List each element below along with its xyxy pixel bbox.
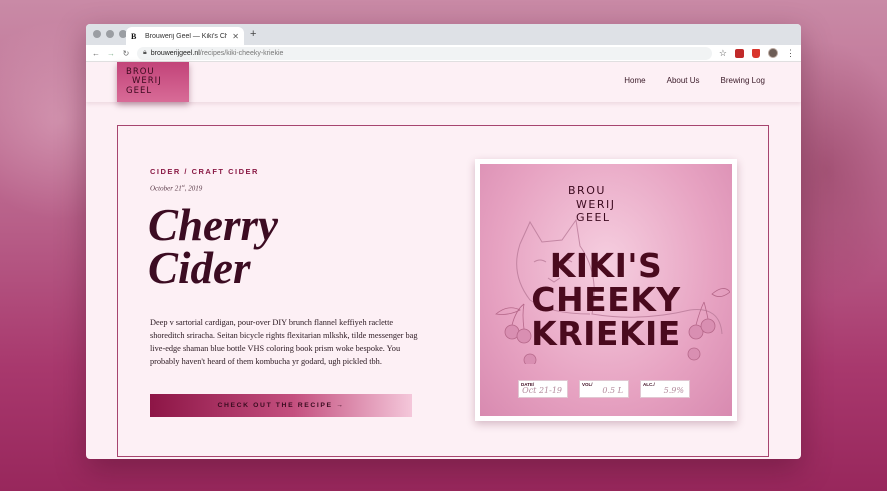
new-tab-button[interactable]: + (250, 28, 256, 40)
browser-tab[interactable]: B Brouwerij Geel — Kiki's Cheeky ✕ (126, 27, 244, 45)
site-header: BROU WERIJ GEEL Home About Us Brewing Lo… (86, 62, 801, 102)
bookmark-star-icon[interactable]: ☆ (719, 48, 727, 59)
page-title: Cherry Cider (148, 200, 348, 293)
close-icon[interactable]: ✕ (232, 32, 239, 41)
field-value: 5.9% (663, 386, 684, 395)
field-label: ALC./ (643, 382, 655, 387)
beer-label-image: BROU WERIJ GEEL KIKI'S CHEEKY KRIEKIE DA… (475, 159, 737, 421)
post-category[interactable]: CIDER / CRAFT CIDER (150, 167, 259, 176)
label-title-line-1: KIKI'S (549, 246, 663, 285)
lock-icon: 🔒︎ (143, 49, 147, 56)
avatar[interactable] (768, 48, 778, 58)
minimize-window-icon[interactable] (106, 30, 114, 38)
extension-lock-icon[interactable] (752, 48, 760, 58)
label-title-line-2: CHEEKY (531, 280, 681, 319)
label-logo-line-2: WERIJ (576, 197, 616, 211)
post-card: CIDER / CRAFT CIDER October 21st, 2019 C… (117, 125, 769, 457)
label-fields: DATE/ Oct 21-19 VOL/ 0.5 L ALC./ 5.9% (518, 380, 690, 398)
date-main: October 21 (150, 184, 182, 193)
label-artwork: BROU WERIJ GEEL KIKI'S CHEEKY KRIEKIE DA… (480, 164, 732, 416)
menu-kebab-icon[interactable]: ⋮ (786, 48, 795, 58)
field-label: VOL/ (582, 382, 593, 387)
favicon-icon: B (131, 31, 137, 41)
tab-bar: B Brouwerij Geel — Kiki's Cheeky ✕ + (86, 24, 801, 45)
label-logo-line-3: GEEL (576, 211, 611, 224)
label-field-volume: VOL/ 0.5 L (579, 380, 629, 398)
label-title: KIKI'S CHEEKY KRIEKIE (480, 249, 732, 351)
label-title-line-3: KRIEKIE (531, 314, 681, 353)
cta-label: CHECK OUT THE RECIPE → (217, 402, 345, 409)
site-nav: Home About Us Brewing Log (624, 76, 765, 85)
extension-shield-icon[interactable] (735, 48, 744, 58)
url-host: brouwerijgeel.nl (150, 49, 200, 57)
window-controls (93, 30, 127, 38)
browser-window: B Brouwerij Geel — Kiki's Cheeky ✕ + ← →… (86, 24, 801, 459)
close-window-icon[interactable] (93, 30, 101, 38)
label-logo-line-1: BROU (568, 184, 606, 197)
field-value: 0.5 L (602, 386, 623, 395)
nav-home[interactable]: Home (624, 76, 645, 85)
label-field-alcohol: ALC./ 5.9% (640, 380, 690, 398)
nav-brewing-log[interactable]: Brewing Log (721, 76, 765, 85)
site-logo[interactable]: BROU WERIJ GEEL (117, 62, 189, 102)
post-body: Deep v sartorial cardigan, pour-over DIY… (150, 318, 418, 366)
url-field[interactable]: 🔒︎ brouwerijgeel.nl/recipes/kiki-cheeky-… (137, 46, 712, 60)
label-logo: BROU WERIJ GEEL (568, 184, 615, 225)
title-line-2: Cider (148, 243, 251, 293)
forward-arrow-icon[interactable]: → (107, 49, 115, 58)
toolbar-icons: ☆ ⋮ (719, 48, 795, 59)
back-arrow-icon[interactable]: ← (92, 49, 100, 58)
nav-about-us[interactable]: About Us (667, 76, 700, 85)
url-path: /recipes/kiki-cheeky-kriekie (199, 49, 284, 57)
label-field-date: DATE/ Oct 21-19 (518, 380, 568, 398)
field-value: Oct 21-19 (522, 386, 562, 395)
reload-icon[interactable]: ↻ (122, 49, 130, 58)
date-year: , 2019 (184, 184, 203, 193)
tab-title: Brouwerij Geel — Kiki's Cheeky (145, 32, 228, 40)
check-out-recipe-button[interactable]: CHECK OUT THE RECIPE → (150, 394, 412, 417)
title-line-1: Cherry (148, 200, 279, 250)
logo-line-3: GEEL (126, 85, 153, 96)
post-date: October 21st, 2019 (150, 183, 202, 192)
address-bar: ← → ↻ 🔒︎ brouwerijgeel.nl/recipes/kiki-c… (86, 45, 801, 62)
